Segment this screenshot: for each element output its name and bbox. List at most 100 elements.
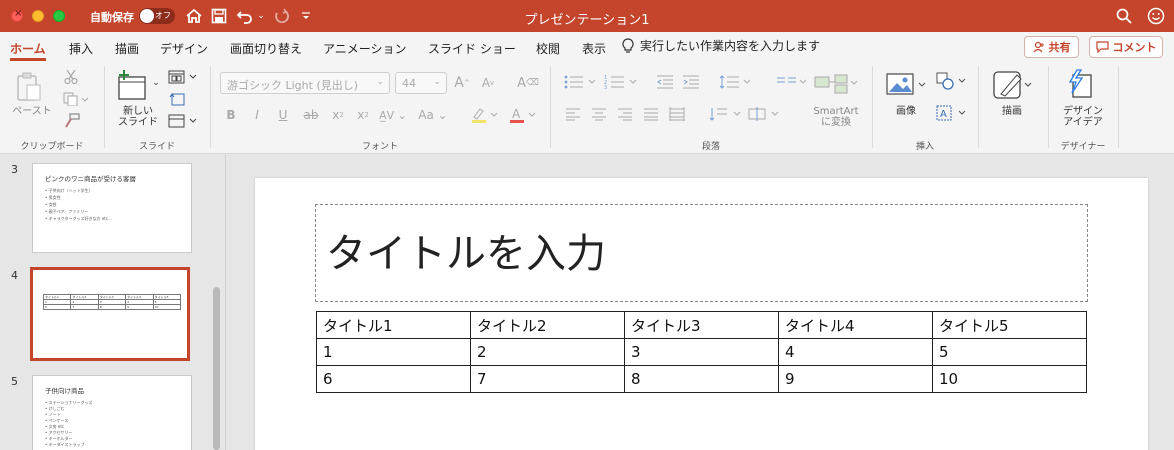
italic-icon[interactable]: I xyxy=(250,104,264,126)
smartart-icon[interactable] xyxy=(812,72,860,96)
draw-pen-icon[interactable] xyxy=(990,68,1038,102)
table-cell[interactable]: 7 xyxy=(470,365,625,393)
table-cell[interactable]: タイトル3 xyxy=(624,311,779,339)
tab-view[interactable]: 表示 xyxy=(582,40,606,57)
tab-home[interactable]: ホーム xyxy=(10,40,46,57)
thumbnail-scrollbar[interactable] xyxy=(213,287,220,450)
insert-group-label: 挿入 xyxy=(915,142,934,152)
font-size-value: 44 xyxy=(402,77,416,90)
design-ideas-icon[interactable] xyxy=(1064,68,1098,100)
home-icon[interactable] xyxy=(184,6,204,26)
tab-transitions[interactable]: 画面切り替え xyxy=(230,40,302,57)
section-icon[interactable] xyxy=(167,112,199,130)
clear-formatting-icon[interactable]: A ⌫ xyxy=(517,72,539,94)
format-painter-icon[interactable] xyxy=(62,112,82,130)
table-cell[interactable]: タイトル5 xyxy=(932,311,1087,339)
paragraph-group-label: 段落 xyxy=(701,142,720,152)
align-left-icon[interactable] xyxy=(562,104,584,124)
highlight-color-icon[interactable] xyxy=(469,104,501,126)
increase-indent-icon[interactable] xyxy=(680,72,702,92)
tab-review[interactable]: 校閲 xyxy=(536,40,560,57)
ribbon-tab-bar: ホーム 挿入 描画 デザイン 画面切り替え アニメーション スライド ショー 校… xyxy=(0,32,1174,62)
table-cell[interactable]: タイトル2 xyxy=(470,311,625,339)
comment-button[interactable]: コメント xyxy=(1089,36,1163,58)
align-center-icon[interactable] xyxy=(588,104,610,124)
tell-me-search[interactable]: 実行したい作業内容を入力します xyxy=(622,37,820,54)
customize-toolbar-icon[interactable] xyxy=(299,6,313,26)
table-cell[interactable]: 9 xyxy=(778,365,933,393)
table-cell[interactable]: 10 xyxy=(932,365,1087,393)
save-icon[interactable] xyxy=(209,6,229,26)
bold-icon[interactable]: B xyxy=(224,104,238,126)
slide-thumbnail-pane[interactable]: 3 ピンクのワニ商品が受ける客層 • 子供向け（ヘット学生） • 男女性 • 女… xyxy=(0,155,226,450)
tab-design[interactable]: デザイン xyxy=(160,40,208,57)
minimize-window-button[interactable] xyxy=(32,10,44,22)
slide-layout-icon[interactable] xyxy=(167,68,199,86)
align-text-icon[interactable] xyxy=(746,104,782,124)
table-cell[interactable]: タイトル4 xyxy=(778,311,933,339)
decrease-font-size-icon[interactable]: Av xyxy=(479,72,497,94)
decrease-indent-icon[interactable] xyxy=(654,72,676,92)
autosave-toggle[interactable]: オフ xyxy=(139,8,175,24)
subscript-icon[interactable]: x2 xyxy=(354,104,372,126)
slide-thumbnail-4[interactable]: タイトル1 タイトル2 タイトル3 タイトル4 タイトル5 1 2 3 4 5 … xyxy=(30,267,190,361)
cut-scissors-icon[interactable] xyxy=(60,68,82,86)
table-cell[interactable]: 8 xyxy=(624,365,779,393)
text-direction-icon[interactable] xyxy=(708,104,744,124)
font-size-select[interactable]: 44 ⌄ xyxy=(395,72,447,94)
table-cell[interactable]: 2 xyxy=(470,338,625,366)
search-icon[interactable] xyxy=(1114,6,1134,26)
ribbon-divider xyxy=(1048,66,1049,148)
font-name-select[interactable]: 游ゴシック Light (見出し) ⌄ xyxy=(220,72,390,94)
tab-insert[interactable]: 挿入 xyxy=(69,40,93,57)
font-name-chevron-icon: ⌄ xyxy=(376,77,384,87)
tab-slideshow[interactable]: スライド ショー xyxy=(428,40,516,57)
tab-draw[interactable]: 描画 xyxy=(115,40,139,57)
maximize-window-button[interactable] xyxy=(53,10,65,22)
reset-slide-icon[interactable] xyxy=(167,90,187,108)
share-label: 共有 xyxy=(1048,41,1071,54)
title-placeholder[interactable]: タイトルを入力 xyxy=(315,204,1088,302)
table-cell[interactable]: タイトル1 xyxy=(316,311,471,339)
slide-table[interactable]: タイトル1 タイトル2 タイトル3 タイトル4 タイトル5 1 2 3 4 5 … xyxy=(316,311,1087,393)
paste-icon[interactable] xyxy=(14,70,44,104)
redo-icon[interactable] xyxy=(271,6,291,26)
align-right-icon[interactable] xyxy=(614,104,636,124)
bullets-icon[interactable] xyxy=(562,72,600,92)
smiley-feedback-icon[interactable] xyxy=(1146,6,1166,26)
table-cell[interactable]: 1 xyxy=(316,338,471,366)
undo-dropdown-chevron-icon[interactable]: ⌄ xyxy=(256,6,266,26)
undo-icon[interactable] xyxy=(235,6,255,26)
image-icon[interactable] xyxy=(884,70,928,100)
slide-thumbnail-3[interactable]: ピンクのワニ商品が受ける客層 • 子供向け（ヘット学生） • 男女性 • 女性 … xyxy=(32,163,192,253)
columns-icon[interactable] xyxy=(774,72,810,92)
line-spacing-icon[interactable] xyxy=(718,72,754,92)
font-color-icon[interactable]: A xyxy=(507,104,539,126)
table-cell[interactable]: 4 xyxy=(778,338,933,366)
shapes-icon[interactable] xyxy=(934,70,968,92)
slide-canvas[interactable]: タイトルを入力 タイトル1 タイトル2 タイトル3 タイトル4 タイトル5 1 … xyxy=(255,178,1148,450)
share-button[interactable]: 共有 xyxy=(1024,36,1079,58)
strikethrough-icon[interactable]: ab xyxy=(301,104,321,126)
change-case-icon[interactable]: Aa ⌄ xyxy=(416,104,450,126)
thumb-5-line: • キーダイストラップ xyxy=(45,442,85,447)
table-cell[interactable]: 6 xyxy=(316,365,471,393)
superscript-icon[interactable]: x2 xyxy=(329,104,347,126)
table-cell[interactable]: 3 xyxy=(624,338,779,366)
tab-animations[interactable]: アニメーション xyxy=(323,40,407,57)
underline-icon[interactable]: U xyxy=(276,104,290,126)
table-cell[interactable]: 5 xyxy=(932,338,1087,366)
new-slide-icon[interactable] xyxy=(115,68,151,102)
new-slide-chevron-icon[interactable]: ⌄ xyxy=(151,78,161,88)
justify-icon[interactable] xyxy=(640,104,662,124)
copy-icon[interactable] xyxy=(60,90,92,108)
ribbon-divider xyxy=(104,66,105,148)
increase-font-size-icon[interactable]: A ^ xyxy=(453,72,471,94)
character-spacing-icon[interactable]: A̲V ⌄ xyxy=(378,104,408,126)
close-window-button[interactable] xyxy=(11,8,23,22)
text-box-icon[interactable]: A xyxy=(934,102,968,124)
numbering-icon[interactable]: 123 xyxy=(603,72,641,92)
slide-thumbnail-5[interactable]: 子供向け商品 • ステーショナリーグッズ • けしごむ • ノート • ペンケー… xyxy=(32,375,192,450)
distributed-align-icon[interactable] xyxy=(666,104,688,124)
slides-group-label: スライド xyxy=(138,142,175,152)
